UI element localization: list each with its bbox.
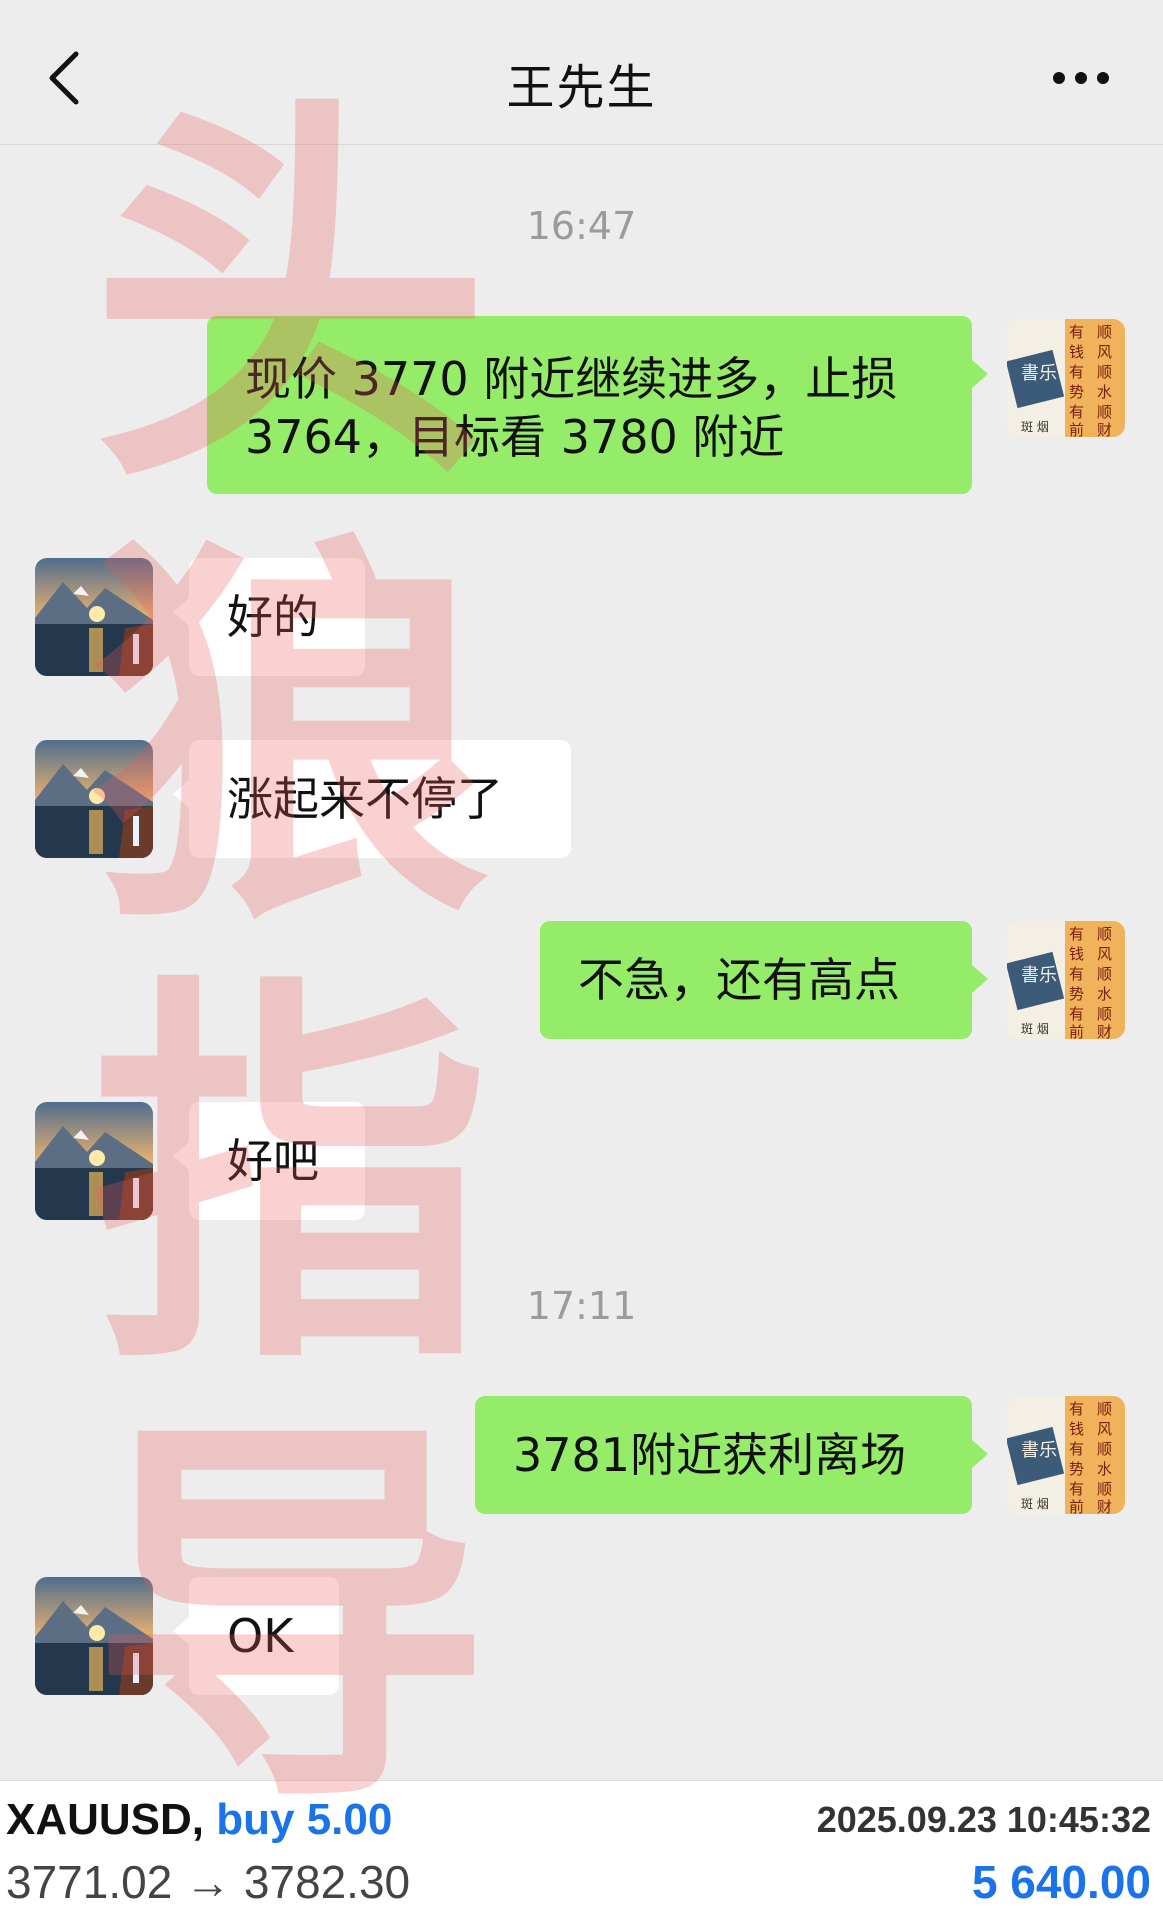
svg-text:顺: 顺	[1097, 965, 1112, 983]
svg-text:势: 势	[1069, 985, 1084, 1003]
svg-text:有: 有	[1069, 1005, 1084, 1023]
svg-text:書乐: 書乐	[1021, 1440, 1057, 1461]
contact-avatar[interactable]	[35, 1102, 153, 1220]
contact-avatar[interactable]	[35, 1577, 153, 1695]
svg-text:顺: 顺	[1097, 1440, 1112, 1458]
svg-text:财: 财	[1097, 1498, 1112, 1514]
self-avatar[interactable]: 書乐 有钱有势有前 顺风顺水顺财 斑 烟	[1007, 1396, 1125, 1514]
svg-text:顺: 顺	[1097, 363, 1112, 381]
svg-text:斑 烟: 斑 烟	[1021, 420, 1049, 434]
svg-text:财: 财	[1097, 1023, 1112, 1039]
mountain-lake-sunset-icon	[35, 558, 153, 676]
trade-time: 2025.09.23 10:45:32	[816, 1799, 1151, 1840]
symbol-label: XAUUSD,	[6, 1795, 205, 1844]
more-options-icon[interactable]	[1051, 66, 1111, 90]
svg-text:書乐: 書乐	[1021, 965, 1057, 986]
svg-text:财: 财	[1097, 421, 1112, 437]
svg-text:有: 有	[1069, 965, 1084, 983]
calligraphy-avatar-icon: 書乐 有钱有势有前 顺风顺水顺财 斑 烟	[1007, 319, 1125, 437]
outgoing-message[interactable]: 不急，还有高点	[540, 921, 988, 1039]
contact-avatar[interactable]	[35, 740, 153, 858]
svg-text:顺: 顺	[1097, 1005, 1112, 1023]
svg-text:斑 烟: 斑 烟	[1021, 1022, 1049, 1036]
message-line: 3764，目标看 3780 附近	[245, 410, 785, 464]
svg-text:势: 势	[1069, 383, 1084, 401]
svg-text:风: 风	[1097, 1420, 1112, 1438]
svg-text:钱: 钱	[1069, 343, 1084, 361]
svg-text:有: 有	[1069, 925, 1084, 943]
svg-text:钱: 钱	[1069, 1420, 1084, 1438]
chat-header: 王先生	[0, 0, 1163, 145]
svg-text:风: 风	[1097, 343, 1112, 361]
svg-text:水: 水	[1097, 383, 1112, 401]
svg-text:水: 水	[1097, 985, 1112, 1003]
svg-text:顺: 顺	[1097, 1400, 1112, 1418]
self-avatar[interactable]: 書乐 有钱有势有前 顺风顺水顺财 斑 烟	[1007, 319, 1125, 437]
mountain-lake-sunset-icon	[35, 1102, 153, 1220]
incoming-message[interactable]: 好的	[173, 558, 365, 676]
calligraphy-avatar-icon: 書乐 有钱有势有前 顺风顺水顺财 斑 烟	[1007, 1396, 1125, 1514]
svg-text:有: 有	[1069, 1440, 1084, 1458]
svg-text:水: 水	[1097, 1460, 1112, 1478]
message-timestamp: 16:47	[526, 204, 637, 248]
svg-text:钱: 钱	[1069, 945, 1084, 963]
svg-text:前: 前	[1069, 421, 1084, 437]
contact-avatar[interactable]	[35, 558, 153, 676]
svg-text:有: 有	[1069, 403, 1084, 421]
svg-text:顺: 顺	[1097, 323, 1112, 341]
incoming-message[interactable]: OK	[173, 1577, 339, 1695]
self-avatar[interactable]: 書乐 有钱有势有前 顺风顺水顺财 斑 烟	[1007, 921, 1125, 1039]
svg-text:斑 烟: 斑 烟	[1021, 1497, 1049, 1511]
svg-text:顺: 顺	[1097, 925, 1112, 943]
svg-text:前: 前	[1069, 1498, 1084, 1514]
calligraphy-avatar-icon: 書乐 有钱有势有前 顺风顺水顺财 斑 烟	[1007, 921, 1125, 1039]
svg-text:有: 有	[1069, 323, 1084, 341]
svg-text:势: 势	[1069, 1460, 1084, 1478]
svg-text:风: 风	[1097, 945, 1112, 963]
svg-text:書乐: 書乐	[1021, 363, 1057, 384]
svg-text:有: 有	[1069, 1480, 1084, 1498]
chat-title: 王先生	[506, 60, 657, 116]
trade-symbol: XAUUSD, buy 5.00	[6, 1795, 392, 1845]
mountain-lake-sunset-icon	[35, 740, 153, 858]
message-line: 现价 3770 附近继续进多，止损	[245, 352, 898, 406]
outgoing-message[interactable]: 3781附近获利离场	[475, 1396, 988, 1514]
incoming-message[interactable]: 涨起来不停了	[173, 740, 571, 858]
svg-text:前: 前	[1069, 1023, 1084, 1039]
svg-text:有: 有	[1069, 1400, 1084, 1418]
svg-text:有: 有	[1069, 363, 1084, 381]
incoming-message[interactable]: 好吧	[173, 1102, 365, 1220]
trade-profit: 5 640.00	[971, 1856, 1151, 1908]
outgoing-message[interactable]: 现价 3770 附近继续进多，止损 3764，目标看 3780 附近	[207, 316, 988, 494]
trade-prices: 3771.02 → 3782.30	[6, 1856, 411, 1908]
trade-side: buy 5.00	[216, 1795, 393, 1844]
mountain-lake-sunset-icon	[35, 1577, 153, 1695]
trade-summary: XAUUSD, buy 5.00 2025.09.23 10:45:32 377…	[0, 1780, 1163, 1921]
svg-text:顺: 顺	[1097, 403, 1112, 421]
svg-text:顺: 顺	[1097, 1480, 1112, 1498]
message-timestamp: 17:11	[526, 1284, 637, 1328]
